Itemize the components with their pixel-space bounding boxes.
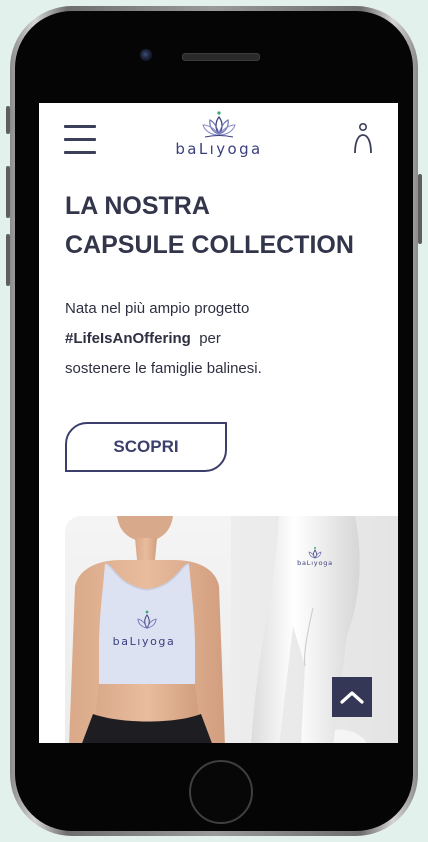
scopri-button[interactable]: SCOPRI [65,422,227,472]
description-word-per: per [199,330,221,347]
earpiece-speaker [182,53,260,61]
mute-switch [6,106,10,134]
brand-name: baLıyoga [175,140,263,158]
hashtag-text: #LifeIsAnOffering [65,330,191,347]
power-button [418,174,422,244]
description-line-2: #LifeIsAnOffering per [65,324,365,354]
app-screen: baLıyoga LA NOSTRA CAPSULE COLLECTION Na… [39,103,398,743]
headline-line-1: LA NOSTRA [65,192,210,220]
scroll-to-top-button[interactable] [332,677,372,717]
home-button[interactable] [189,760,253,824]
user-icon[interactable] [353,122,373,156]
top-logo-text: baLıyoga [113,635,176,648]
chevron-up-icon [340,691,364,704]
leggings-logo-text: baLıyoga [297,559,333,567]
headline-line-2: CAPSULE COLLECTION [65,231,354,259]
description-line-1: Nata nel più ampio progetto [65,300,250,317]
page-headline: LA NOSTRA CAPSULE COLLECTION [65,187,375,265]
hero-description: Nata nel più ampio progetto #LifeIsAnOff… [65,294,365,384]
description-line-3: sostenere le famiglie balinesi. [65,360,262,377]
front-camera [140,49,152,61]
volume-down-button [6,234,10,286]
brand-logo[interactable]: baLıyoga [171,110,267,160]
hamburger-menu-icon[interactable] [64,124,96,154]
volume-up-button [6,166,10,218]
lotus-icon [202,111,236,138]
